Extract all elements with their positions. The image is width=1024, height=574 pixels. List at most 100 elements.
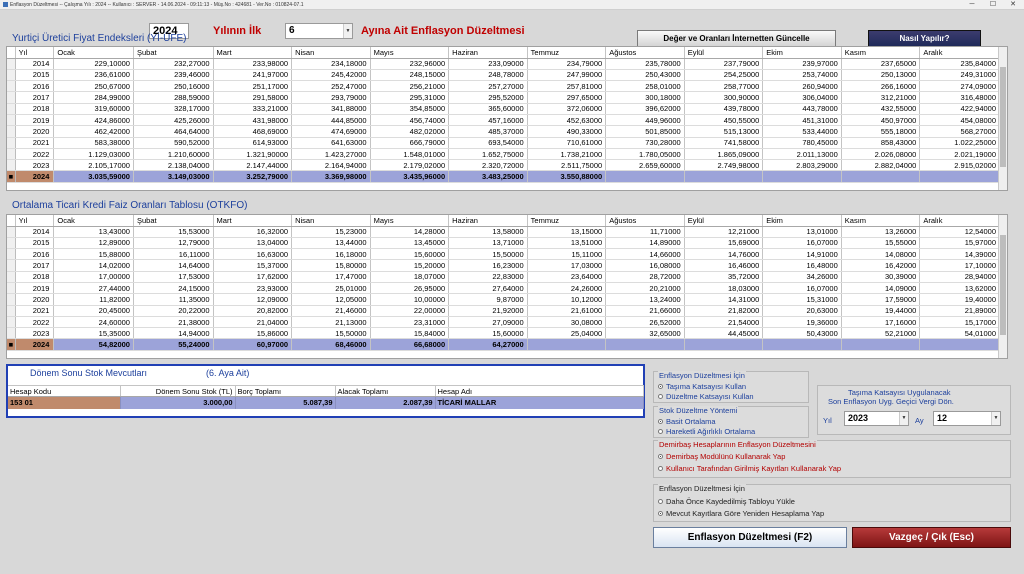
value-cell[interactable]: 641,63000 <box>291 137 371 149</box>
value-cell[interactable]: 15,31000 <box>762 293 842 306</box>
value-cell[interactable]: 464,64000 <box>133 125 214 138</box>
value-cell[interactable]: 425,26000 <box>133 114 214 127</box>
value-cell[interactable]: 432,55000 <box>841 103 921 115</box>
value-cell[interactable]: 15,86000 <box>213 327 293 340</box>
stock-table[interactable]: Hesap Kodu Dönem Sonu Stok (TL) Borç Top… <box>8 385 644 409</box>
radio-unselected-icon[interactable] <box>658 393 663 399</box>
value-cell[interactable] <box>762 170 842 183</box>
value-cell[interactable]: 14,89000 <box>605 237 685 250</box>
year-cell[interactable]: 2021 <box>15 305 55 317</box>
radio-unselected-icon[interactable] <box>658 428 663 434</box>
stock-debit-total[interactable]: 5.087,39 <box>235 396 336 409</box>
table-row[interactable]: 2019 27,44000 24,15000 23,93000 25,01000 26,9… <box>7 282 1000 295</box>
value-cell[interactable]: 17,00000 <box>53 271 134 283</box>
table-row[interactable]: 2016 15,88000 16,11000 16,63000 16,18000 15,6… <box>7 248 1000 261</box>
value-cell[interactable]: 2.011,13000 <box>762 148 842 161</box>
value-cell[interactable] <box>605 338 685 351</box>
radio-load-saved-table[interactable]: Daha Önce Kaydedilmiş Tabloyu Yükle <box>658 497 795 506</box>
year-cell[interactable]: 2023 <box>15 159 55 172</box>
table-row[interactable]: 2017 284,99000 288,59000 291,58000 293,79000… <box>7 91 1000 104</box>
value-cell[interactable]: 1.321,90000 <box>213 148 293 161</box>
table-row[interactable]: 2023 15,35000 14,94000 15,86000 15,50000 15,8… <box>7 327 1000 340</box>
value-cell[interactable]: 19,36000 <box>762 316 842 329</box>
stock-col-account-code[interactable]: Hesap Kodu <box>8 385 121 397</box>
value-cell[interactable]: 34,26000 <box>762 271 842 283</box>
value-cell[interactable]: 12,54000 <box>919 226 1000 238</box>
value-cell[interactable]: 234,79000 <box>527 58 607 70</box>
value-cell[interactable]: 21,61000 <box>527 305 607 317</box>
value-cell[interactable]: 44,45000 <box>684 327 764 340</box>
value-cell[interactable]: 30,39000 <box>841 271 921 283</box>
value-cell[interactable]: 15,50000 <box>448 248 528 261</box>
value-cell[interactable]: 730,28000 <box>605 137 685 149</box>
value-cell[interactable]: 14,09000 <box>841 282 921 295</box>
value-cell[interactable]: 13,45000 <box>370 237 450 250</box>
value-cell[interactable]: 15,60000 <box>370 248 450 261</box>
value-cell[interactable]: 21,13000 <box>291 316 371 329</box>
value-cell[interactable]: 1.738,21000 <box>527 148 607 161</box>
value-cell[interactable] <box>605 170 685 183</box>
value-cell[interactable]: 590,52000 <box>133 137 214 149</box>
ufe-col-header[interactable]: Nisan <box>291 47 371 59</box>
value-cell[interactable]: 21,66000 <box>605 305 685 317</box>
table-row[interactable]: ■ 2024 3.035,59000 3.149,03000 3.252,79000 3.… <box>7 170 1000 183</box>
otkfo-col-header[interactable]: Ekim <box>762 215 842 227</box>
value-cell[interactable] <box>762 338 842 351</box>
value-cell[interactable]: 13,01000 <box>762 226 842 238</box>
otkfo-col-header[interactable]: Nisan <box>291 215 371 227</box>
value-cell[interactable] <box>919 170 1000 183</box>
value-cell[interactable]: 14,64000 <box>133 259 214 272</box>
value-cell[interactable]: 456,74000 <box>370 114 450 127</box>
value-cell[interactable]: 245,42000 <box>291 69 371 82</box>
value-cell[interactable]: 449,96000 <box>605 114 685 127</box>
year-cell[interactable]: 2021 <box>15 137 55 149</box>
value-cell[interactable]: 2.882,04000 <box>841 159 921 172</box>
value-cell[interactable]: 250,43000 <box>605 69 685 82</box>
value-cell[interactable]: 21,54000 <box>684 316 764 329</box>
value-cell[interactable]: 13,43000 <box>53 226 134 238</box>
chevron-down-icon[interactable]: ▼ <box>899 412 908 425</box>
value-cell[interactable]: 13,15000 <box>527 226 607 238</box>
value-cell[interactable]: 16,11000 <box>133 248 214 261</box>
value-cell[interactable]: 1.652,75000 <box>448 148 528 161</box>
value-cell[interactable]: 2.105,17000 <box>53 159 134 172</box>
value-cell[interactable]: 23,93000 <box>213 282 293 295</box>
year-cell[interactable]: 2024 <box>15 170 55 183</box>
value-cell[interactable]: 16,08000 <box>605 259 685 272</box>
value-cell[interactable]: 236,61000 <box>53 69 134 82</box>
value-cell[interactable]: 780,45000 <box>762 137 842 149</box>
value-cell[interactable]: 3.369,98000 <box>291 170 371 183</box>
value-cell[interactable]: 13,24000 <box>605 293 685 306</box>
year-cell[interactable]: 2023 <box>15 327 55 340</box>
value-cell[interactable]: 21,46000 <box>291 305 371 317</box>
value-cell[interactable]: 10,12000 <box>527 293 607 306</box>
value-cell[interactable] <box>684 338 764 351</box>
stock-col-account-name[interactable]: Hesap Adı <box>435 385 644 397</box>
value-cell[interactable]: 9,87000 <box>448 293 528 306</box>
value-cell[interactable]: 10,00000 <box>370 293 450 306</box>
value-cell[interactable]: 583,38000 <box>53 137 134 149</box>
value-cell[interactable]: 17,53000 <box>133 271 214 283</box>
table-row[interactable]: 2021 583,38000 590,52000 614,93000 641,63000… <box>7 137 1000 149</box>
value-cell[interactable]: 233,09000 <box>448 58 528 70</box>
value-cell[interactable]: 16,32000 <box>213 226 293 238</box>
radio-selected-icon[interactable] <box>658 418 663 424</box>
table-row[interactable]: 2020 11,82000 11,35000 12,09000 12,05000 10,0… <box>7 293 1000 306</box>
value-cell[interactable]: 11,71000 <box>605 226 685 238</box>
year-cell[interactable]: 2014 <box>15 226 55 238</box>
coefficient-month-select[interactable]: 12 ▼ <box>933 411 1001 426</box>
ufe-col-header[interactable]: Yıl <box>15 47 55 59</box>
value-cell[interactable]: 235,78000 <box>605 58 685 70</box>
value-cell[interactable]: 1.210,60000 <box>133 148 214 161</box>
year-cell[interactable]: 2018 <box>15 271 55 283</box>
value-cell[interactable]: 19,44000 <box>841 305 921 317</box>
value-cell[interactable]: 23,31000 <box>370 316 450 329</box>
value-cell[interactable]: 501,85000 <box>605 125 685 138</box>
value-cell[interactable]: 14,39000 <box>919 248 1000 261</box>
ufe-col-header[interactable]: Ekim <box>762 47 842 59</box>
value-cell[interactable]: 490,33000 <box>527 125 607 138</box>
value-cell[interactable]: 68,46000 <box>291 338 371 351</box>
value-cell[interactable]: 15,50000 <box>291 327 371 340</box>
value-cell[interactable]: 258,01000 <box>605 80 685 93</box>
value-cell[interactable]: 15,20000 <box>370 259 450 272</box>
